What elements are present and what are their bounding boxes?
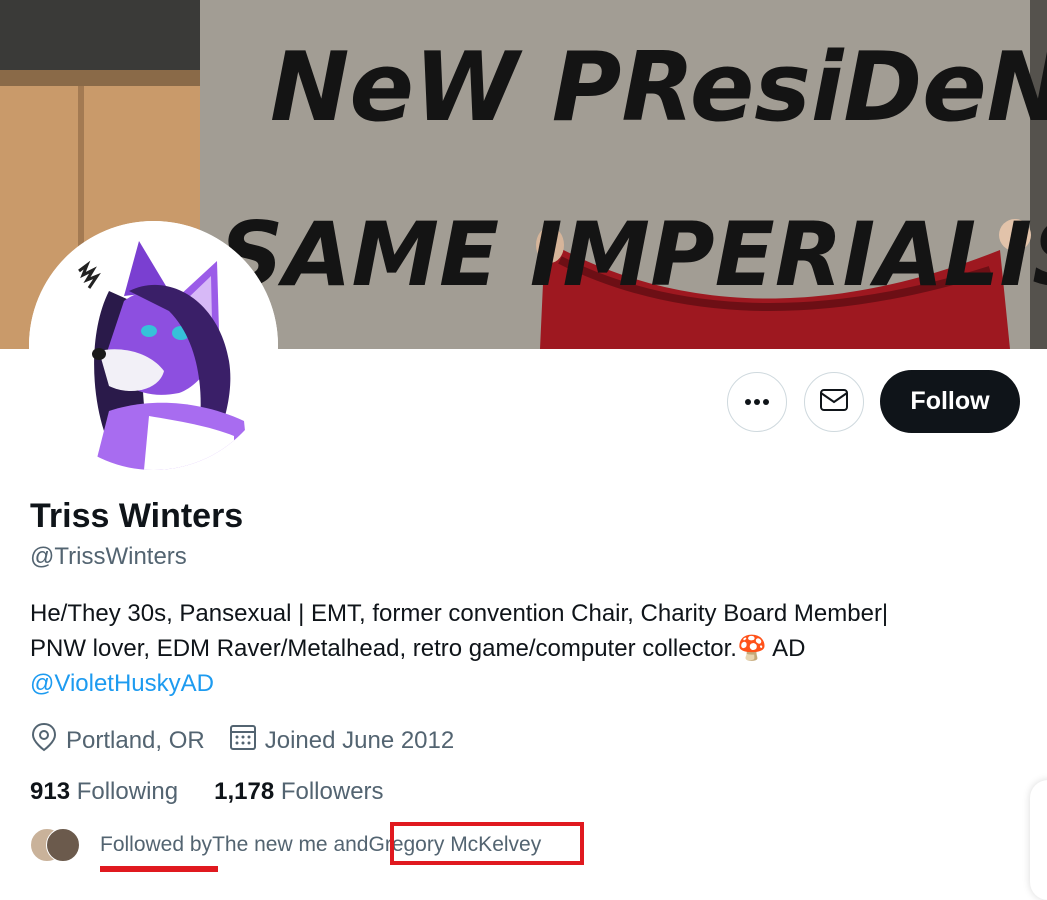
joined-item: Joined June 2012 [229, 723, 455, 758]
following-count: 913 [30, 778, 71, 805]
location-item: Portland, OR [30, 722, 205, 759]
followers-link[interactable]: 1,178 Followers [214, 778, 383, 806]
followers-count: 1,178 [214, 778, 275, 805]
bio-line-2-text: PNW lover, EDM Raver/Metalhead, retro ga… [30, 635, 737, 662]
bio-mention-link[interactable]: @VioletHuskyAD [30, 670, 214, 697]
followers-label: Followers [280, 778, 384, 805]
follow-stats: 913 Following 1,178 Followers [30, 778, 420, 806]
followed-by-prefix: Followed by [100, 832, 213, 856]
calendar-icon [229, 723, 265, 758]
mushroom-emoji: 🍄 [736, 635, 767, 662]
more-button[interactable] [727, 372, 787, 432]
profile-meta: Portland, OR Joined June 2012 [30, 722, 478, 759]
bio-line-2: PNW lover, EDM Raver/Metalhead, retro ga… [30, 631, 1020, 666]
follower-avatars [30, 828, 80, 862]
joined-text: Joined June 2012 [264, 726, 455, 754]
user-handle: @TrissWinters [30, 543, 187, 570]
envelope-icon [819, 388, 849, 417]
annotation-underline [100, 866, 218, 872]
banner-graffiti-line1: NeW PResiDeNT [270, 33, 1047, 143]
banner-graffiti-line2: SAME IMPERIALISM [220, 203, 1047, 306]
bio-line-2-suffix: AD [766, 635, 806, 662]
message-button[interactable] [804, 372, 864, 432]
follow-button[interactable]: Follow [880, 370, 1020, 433]
following-label: Following [76, 778, 179, 805]
bio-line-1: He/They 30s, Pansexual | EMT, former con… [30, 600, 889, 627]
followed-by-middle: The new me and [212, 832, 369, 856]
following-link[interactable]: 913 Following [30, 778, 178, 806]
annotation-box [390, 822, 584, 865]
profile-bio: He/They 30s, Pansexual | EMT, former con… [30, 596, 1020, 701]
more-horizontal-icon [744, 393, 770, 411]
location-text: Portland, OR [66, 726, 205, 754]
follower-avatar [46, 828, 80, 862]
profile-avatar[interactable] [29, 221, 278, 470]
display-name: Triss Winters [30, 497, 244, 535]
location-pin-icon [30, 722, 66, 759]
floating-panel-edge [1030, 780, 1047, 900]
